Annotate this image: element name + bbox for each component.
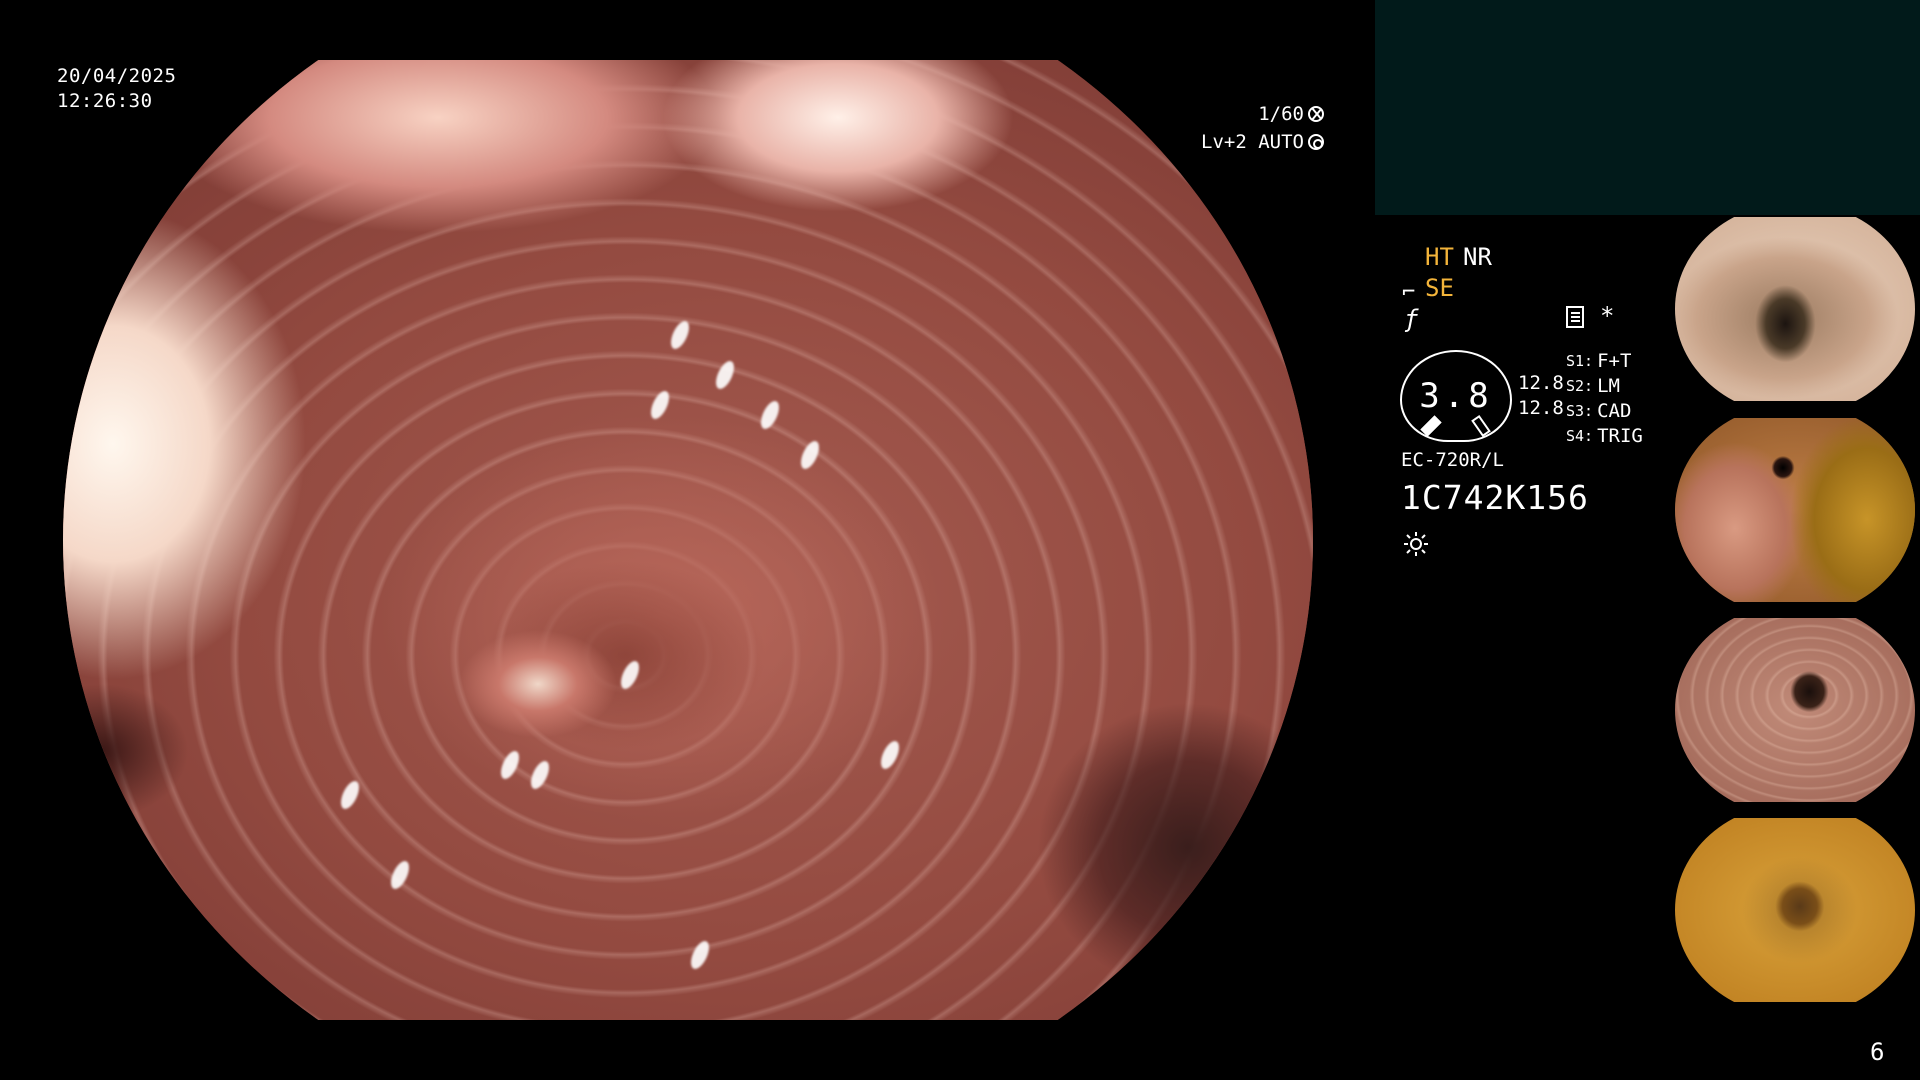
switch-row: S1: F+T (1566, 350, 1632, 372)
patient-info-area (1375, 0, 1920, 215)
exposure-readout: 1/60 Lv+2 AUTO (1201, 100, 1324, 156)
page-number: 6 (1870, 1038, 1885, 1066)
level-readouts: 12.8 12.8 (1518, 371, 1564, 421)
time-text: 12:26:30 (57, 90, 153, 112)
scope-model: EC-720R/L (1401, 449, 1504, 471)
thumbnail-picture (1675, 217, 1915, 401)
record-icon (1566, 306, 1584, 328)
thumbnail-image[interactable] (1672, 816, 1920, 1004)
thumbnail-image[interactable] (1672, 616, 1920, 804)
light-icon (1404, 532, 1428, 556)
thumbnail-picture (1675, 618, 1915, 802)
structure-enhance-icon: ⌐ (1402, 280, 1416, 305)
se-label: SE (1425, 274, 1454, 302)
gauge-marker-left (1420, 415, 1442, 437)
iris-icon (1308, 134, 1324, 150)
thumbnail-image[interactable] (1672, 215, 1920, 403)
switch-row: S4: TRIG (1566, 425, 1643, 447)
ht-label: HT (1425, 243, 1454, 271)
thumbnail-picture (1675, 418, 1915, 602)
switch-row: S2: LM (1566, 375, 1620, 397)
zoom-gauge: 3.8 (1400, 350, 1512, 442)
scope-serial: 1C742K156 (1401, 478, 1589, 517)
level-value-1: 12.8 (1518, 372, 1564, 394)
nr-label: NR (1463, 243, 1492, 271)
endoscopy-monitor: 20/04/2025 12:26:30 1/60 Lv+2 AUTO HT NR… (0, 0, 1920, 1080)
mucosa-highlights (63, 60, 1313, 1020)
light-mode: Lv+2 AUTO (1201, 131, 1304, 153)
thumbnail-image[interactable] (1672, 416, 1920, 604)
shutter-speed: 1/60 (1258, 103, 1304, 125)
gauge-value: 3.8 (1419, 376, 1493, 416)
timestamp: 20/04/2025 12:26:30 (57, 64, 176, 114)
endoscopic-live-image (63, 60, 1313, 1020)
thumbnail-picture (1675, 818, 1915, 1002)
star-marker: * (1600, 302, 1615, 330)
gauge-marker-right (1471, 414, 1491, 438)
level-value-2: 12.8 (1518, 397, 1564, 419)
date-text: 20/04/2025 (57, 65, 177, 87)
switch-settings: S1: F+T S2: LM S3: CAD S4: TRIG (1566, 349, 1643, 449)
switch-row: S3: CAD (1566, 400, 1632, 422)
freeze-icon: ƒ (1404, 305, 1419, 333)
shutter-icon (1308, 106, 1324, 122)
